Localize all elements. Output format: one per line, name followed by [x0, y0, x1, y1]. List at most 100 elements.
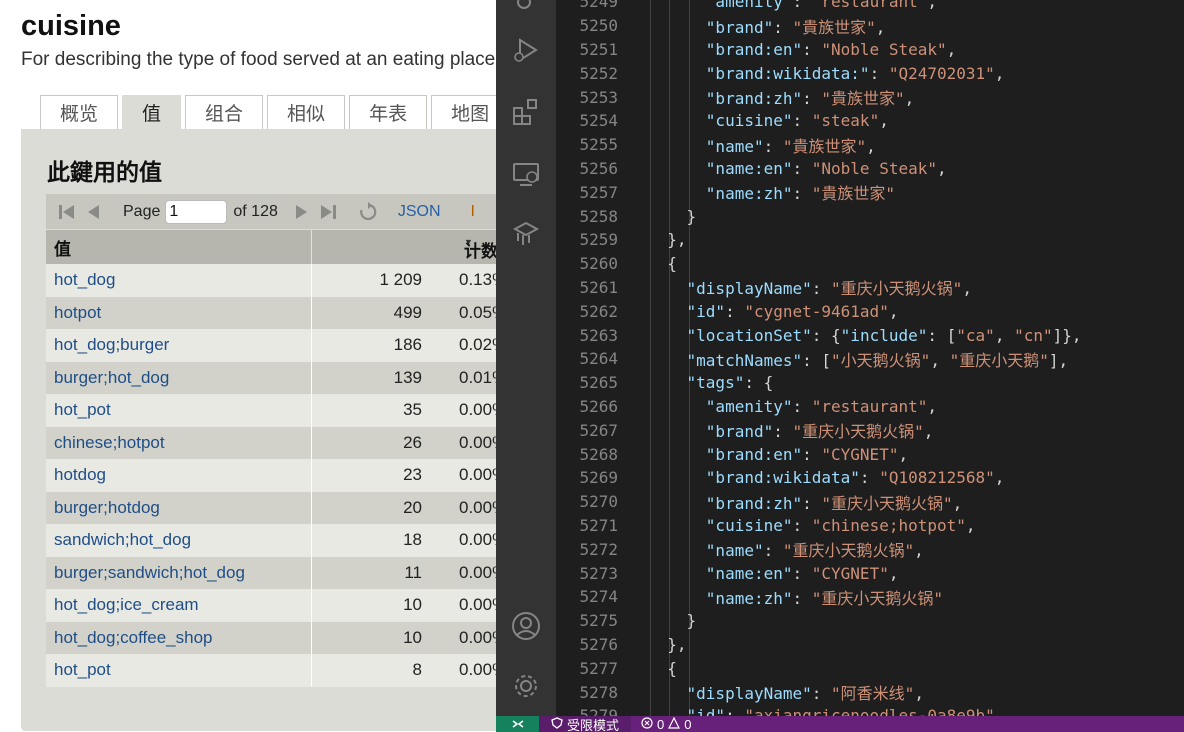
line-number: 5257	[579, 182, 618, 202]
count-cell: 23	[403, 465, 422, 485]
value-link[interactable]: burger;hotdog	[46, 491, 312, 524]
code-editor[interactable]: 5249 "amenity": "restaurant", 5250 "brand…	[556, 0, 1184, 716]
code-line: 5271 "cuisine": "chinese;hotpot",	[556, 514, 1082, 538]
error-icon	[641, 716, 653, 732]
value-link[interactable]: chinese;hotpot	[46, 426, 312, 459]
code-text: "matchNames": ["小天鹅火锅", "重庆小天鹅"],	[686, 350, 1069, 370]
count-cell: 18	[403, 530, 422, 550]
code-line: 5273 "name:en": "CYGNET",	[556, 561, 1082, 585]
last-page-icon[interactable]	[318, 202, 338, 222]
code-line: 5250 "brand": "貴族世家",	[556, 14, 1082, 38]
code-text: "brand:en": "CYGNET",	[705, 444, 909, 464]
table-row: burger;hot_dog 139 0.01%	[46, 361, 541, 394]
tab-bar: 概览 值 组合 相似 年表 地图	[40, 95, 513, 129]
code-line: 5259 },	[556, 228, 1082, 252]
value-link[interactable]: sandwich;hot_dog	[46, 524, 312, 557]
tab-chronology[interactable]: 年表	[349, 95, 428, 129]
code-line: 5267 "brand": "重庆小天鹅火锅",	[556, 418, 1082, 442]
line-number: 5272	[579, 539, 618, 559]
count-cell: 11	[404, 562, 422, 582]
code-text: },	[648, 634, 687, 654]
value-link[interactable]: hot_pot	[46, 654, 312, 687]
restricted-mode-button[interactable]: 受限模式	[539, 716, 632, 732]
page-count: of 128	[233, 202, 278, 220]
remote-icon[interactable]	[496, 716, 539, 732]
remote-explorer-icon[interactable]	[508, 156, 544, 192]
vscode-window: 5249 "amenity": "restaurant", 5250 "brand…	[496, 0, 1184, 732]
code-text: "name:zh": "重庆小天鹅火锅"	[705, 588, 944, 608]
code-text: "brand:zh": "貴族世家",	[705, 89, 915, 109]
prev-page-icon[interactable]	[85, 202, 101, 222]
values-panel: 此鍵用的值 Page of 128 JSON I	[21, 129, 541, 731]
line-number: 5279	[579, 706, 618, 716]
code-text: "brand:wikidata:": "Q24702031",	[705, 63, 1005, 83]
code-text: "cuisine": "chinese;hotpot",	[705, 515, 976, 535]
tab-similar[interactable]: 相似	[267, 95, 346, 129]
code-line: 5270 "brand:zh": "重庆小天鹅火锅",	[556, 490, 1082, 514]
code-line: 5253 "brand:zh": "貴族世家",	[556, 85, 1082, 109]
restricted-mode-label: 受限模式	[567, 717, 620, 732]
line-number: 5268	[579, 444, 618, 464]
count-cell: 1 209	[379, 270, 422, 290]
code-text: "amenity": "restaurant",	[705, 0, 937, 12]
table-row: hot_pot 35 0.00%	[46, 394, 541, 427]
code-text: "name": "重庆小天鹅火锅",	[705, 541, 924, 561]
settings-icon[interactable]	[508, 668, 544, 704]
testing-icon[interactable]	[508, 216, 544, 252]
tab-overview[interactable]: 概览	[40, 95, 119, 129]
table-row: hot_dog;ice_cream 10 0.00%	[46, 589, 541, 622]
refresh-icon[interactable]	[358, 201, 378, 222]
code-line: 5263 "locationSet": {"include": ["ca", "…	[556, 323, 1081, 347]
code-line: 5266 "amenity": "restaurant",	[556, 395, 1082, 419]
extensions-icon[interactable]	[508, 94, 544, 130]
activity-bar	[496, 0, 556, 716]
tab-combinations[interactable]: 组合	[185, 95, 264, 129]
code-line: 5262 "id": "cygnet-9461ad",	[556, 299, 1082, 323]
page-number-input[interactable]	[165, 199, 228, 224]
json-link[interactable]: JSON	[398, 203, 441, 221]
code-text: {	[648, 254, 677, 274]
code-line: 5256 "name:en": "Noble Steak",	[556, 157, 1082, 181]
table-row: hot_dog;coffee_shop 10 0.00%	[46, 621, 541, 654]
table-row: sandwich;hot_dog 18 0.00%	[46, 524, 541, 557]
count-cell: 20	[403, 497, 422, 517]
code-text: "name:en": "CYGNET",	[705, 563, 899, 583]
value-link[interactable]: hot_dog;burger	[46, 329, 312, 362]
column-header-value[interactable]: 值	[46, 230, 312, 264]
code-lines: 5249 "amenity": "restaurant", 5250 "brand…	[556, 0, 1082, 716]
next-page-icon[interactable]	[294, 202, 310, 222]
overpass-link[interactable]: I	[471, 203, 475, 221]
table-row: hot_dog;burger 186 0.02%	[46, 329, 541, 362]
problems-button[interactable]: 0 0	[641, 716, 691, 732]
table-row: chinese;hotpot 26 0.00%	[46, 426, 541, 459]
value-link[interactable]: hotpot	[46, 296, 312, 329]
line-number: 5264	[579, 349, 618, 369]
table-row: hotpot 499 0.05%	[46, 296, 541, 329]
error-count: 0	[657, 716, 665, 732]
debug-icon[interactable]	[508, 32, 544, 68]
code-text: "amenity": "restaurant",	[705, 396, 937, 416]
value-link[interactable]: hot_pot	[46, 394, 312, 427]
code-text: "id": "axiangricenoodles-0a8e9b",	[686, 706, 1005, 716]
code-text: "name:zh": "貴族世家"	[705, 184, 896, 204]
tab-values[interactable]: 值	[122, 95, 182, 129]
value-link[interactable]: hot_dog;coffee_shop	[46, 621, 312, 654]
code-text: "name": "貴族世家",	[705, 136, 876, 156]
line-number: 5275	[579, 611, 618, 631]
search-icon[interactable]	[508, 0, 544, 22]
account-icon[interactable]	[508, 608, 544, 644]
line-number: 5256	[579, 158, 618, 178]
first-page-icon[interactable]	[57, 202, 77, 222]
value-link[interactable]: hot_dog	[46, 264, 312, 297]
code-text: {	[648, 658, 677, 678]
table-row: hot_dog 1 209 0.13%	[46, 264, 541, 297]
code-text: "displayName": "阿香米线",	[686, 684, 924, 704]
value-link[interactable]: burger;sandwich;hot_dog	[46, 556, 312, 589]
value-link[interactable]: burger;hot_dog	[46, 361, 312, 394]
code-line: 5252 "brand:wikidata:": "Q24702031",	[556, 61, 1082, 85]
code-line: 5258 }	[556, 204, 1082, 228]
value-link[interactable]: hotdog	[46, 459, 312, 492]
line-number: 5254	[579, 111, 618, 131]
value-link[interactable]: hot_dog;ice_cream	[46, 589, 312, 622]
line-number: 5271	[579, 515, 618, 535]
